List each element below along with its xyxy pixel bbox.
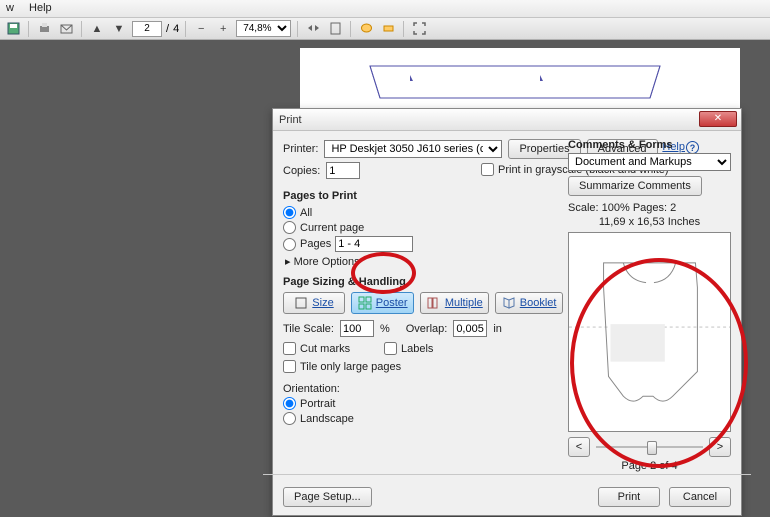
radio-pages[interactable] <box>283 238 296 251</box>
tile-scale-label: Tile Scale: <box>283 323 334 335</box>
preview-slider[interactable] <box>596 439 703 455</box>
booklet-button[interactable]: Booklet <box>495 292 563 314</box>
page-total: 4 <box>173 23 179 35</box>
fit-width-icon[interactable] <box>304 20 322 38</box>
overlap-unit: in <box>493 323 502 335</box>
print-icon[interactable] <box>35 20 53 38</box>
multiple-button[interactable]: Multiple <box>420 292 489 314</box>
size-icon <box>294 296 308 310</box>
overlap-label: Overlap: <box>406 323 448 335</box>
mail-icon[interactable] <box>57 20 75 38</box>
radio-current-label: Current page <box>300 222 364 234</box>
tile-large-checkbox[interactable] <box>283 360 296 373</box>
scale-info: Scale: 100% Pages: 2 <box>568 202 731 214</box>
printer-label: Printer: <box>283 143 318 155</box>
page-input[interactable] <box>132 21 162 37</box>
copies-label: Copies: <box>283 165 320 177</box>
tile-scale-pct: % <box>380 323 390 335</box>
tile-large-label: Tile only large pages <box>300 361 401 373</box>
menu-help[interactable]: Help <box>29 2 52 14</box>
radio-all-label: All <box>300 207 312 219</box>
radio-current[interactable] <box>283 221 296 234</box>
page-sep: / <box>166 23 169 35</box>
save-icon[interactable] <box>4 20 22 38</box>
divider <box>403 21 404 37</box>
booklet-icon <box>502 296 516 310</box>
divider <box>350 21 351 37</box>
more-options[interactable]: ▸ More Options <box>285 255 563 268</box>
print-preview <box>568 232 731 432</box>
size-button[interactable]: Size <box>283 292 345 314</box>
menu-bar: w Help <box>0 0 770 18</box>
fullscreen-icon[interactable] <box>410 20 428 38</box>
dialog-title: Print <box>279 114 302 126</box>
printer-select[interactable]: HP Deskjet 3050 J610 series (сеть) <box>324 140 502 158</box>
paper-size: 11,69 x 16,53 Inches <box>568 216 731 228</box>
radio-all[interactable] <box>283 206 296 219</box>
print-button[interactable]: Print <box>598 487 660 507</box>
copies-input[interactable] <box>326 162 360 179</box>
next-page-button[interactable]: > <box>709 437 731 457</box>
zoom-in-icon[interactable]: + <box>214 20 232 38</box>
toolbar: ▲ ▼ / 4 − + 74,8% <box>0 18 770 40</box>
divider <box>81 21 82 37</box>
close-button[interactable]: ✕ <box>699 111 737 127</box>
divider <box>297 21 298 37</box>
poster-icon <box>358 296 372 310</box>
radio-portrait[interactable] <box>283 397 296 410</box>
page-setup-button[interactable]: Page Setup... <box>283 487 372 507</box>
dialog-titlebar: Print ✕ <box>273 109 741 131</box>
radio-landscape-label: Landscape <box>300 413 354 425</box>
cancel-button[interactable]: Cancel <box>669 487 731 507</box>
highlight-icon[interactable] <box>379 20 397 38</box>
divider <box>28 21 29 37</box>
labels-label: Labels <box>401 343 433 355</box>
menu-view[interactable]: w <box>6 2 14 14</box>
tile-scale-input[interactable] <box>340 320 374 337</box>
page-down-icon[interactable]: ▼ <box>110 20 128 38</box>
summarize-button[interactable]: Summarize Comments <box>568 176 702 196</box>
page-of-label: Page 2 of 4 <box>568 460 731 472</box>
overlap-input[interactable] <box>453 320 487 337</box>
comments-title: Comments & Forms <box>568 139 731 151</box>
multiple-icon <box>427 296 441 310</box>
cutmarks-checkbox[interactable] <box>283 342 296 355</box>
note-icon[interactable] <box>357 20 375 38</box>
sizing-title: Page Sizing & Handling <box>283 276 563 288</box>
radio-pages-label: Pages <box>300 238 331 250</box>
poster-button[interactable]: Poster <box>351 292 414 314</box>
page-up-icon[interactable]: ▲ <box>88 20 106 38</box>
divider <box>185 21 186 37</box>
pages-title: Pages to Print <box>283 190 563 202</box>
labels-checkbox[interactable] <box>384 342 397 355</box>
fit-page-icon[interactable] <box>326 20 344 38</box>
print-dialog: Print ✕ Help ? Printer: HP Deskjet 3050 … <box>272 108 742 516</box>
pages-range-input[interactable] <box>335 236 413 252</box>
radio-portrait-label: Portrait <box>300 398 335 410</box>
prev-page-button[interactable]: < <box>568 437 590 457</box>
cutmarks-label: Cut marks <box>300 343 350 355</box>
zoom-out-icon[interactable]: − <box>192 20 210 38</box>
orientation-title: Orientation: <box>283 383 563 395</box>
comments-select[interactable]: Document and Markups <box>568 153 731 171</box>
grayscale-checkbox[interactable] <box>481 163 494 176</box>
radio-landscape[interactable] <box>283 412 296 425</box>
zoom-select[interactable]: 74,8% <box>236 20 291 37</box>
